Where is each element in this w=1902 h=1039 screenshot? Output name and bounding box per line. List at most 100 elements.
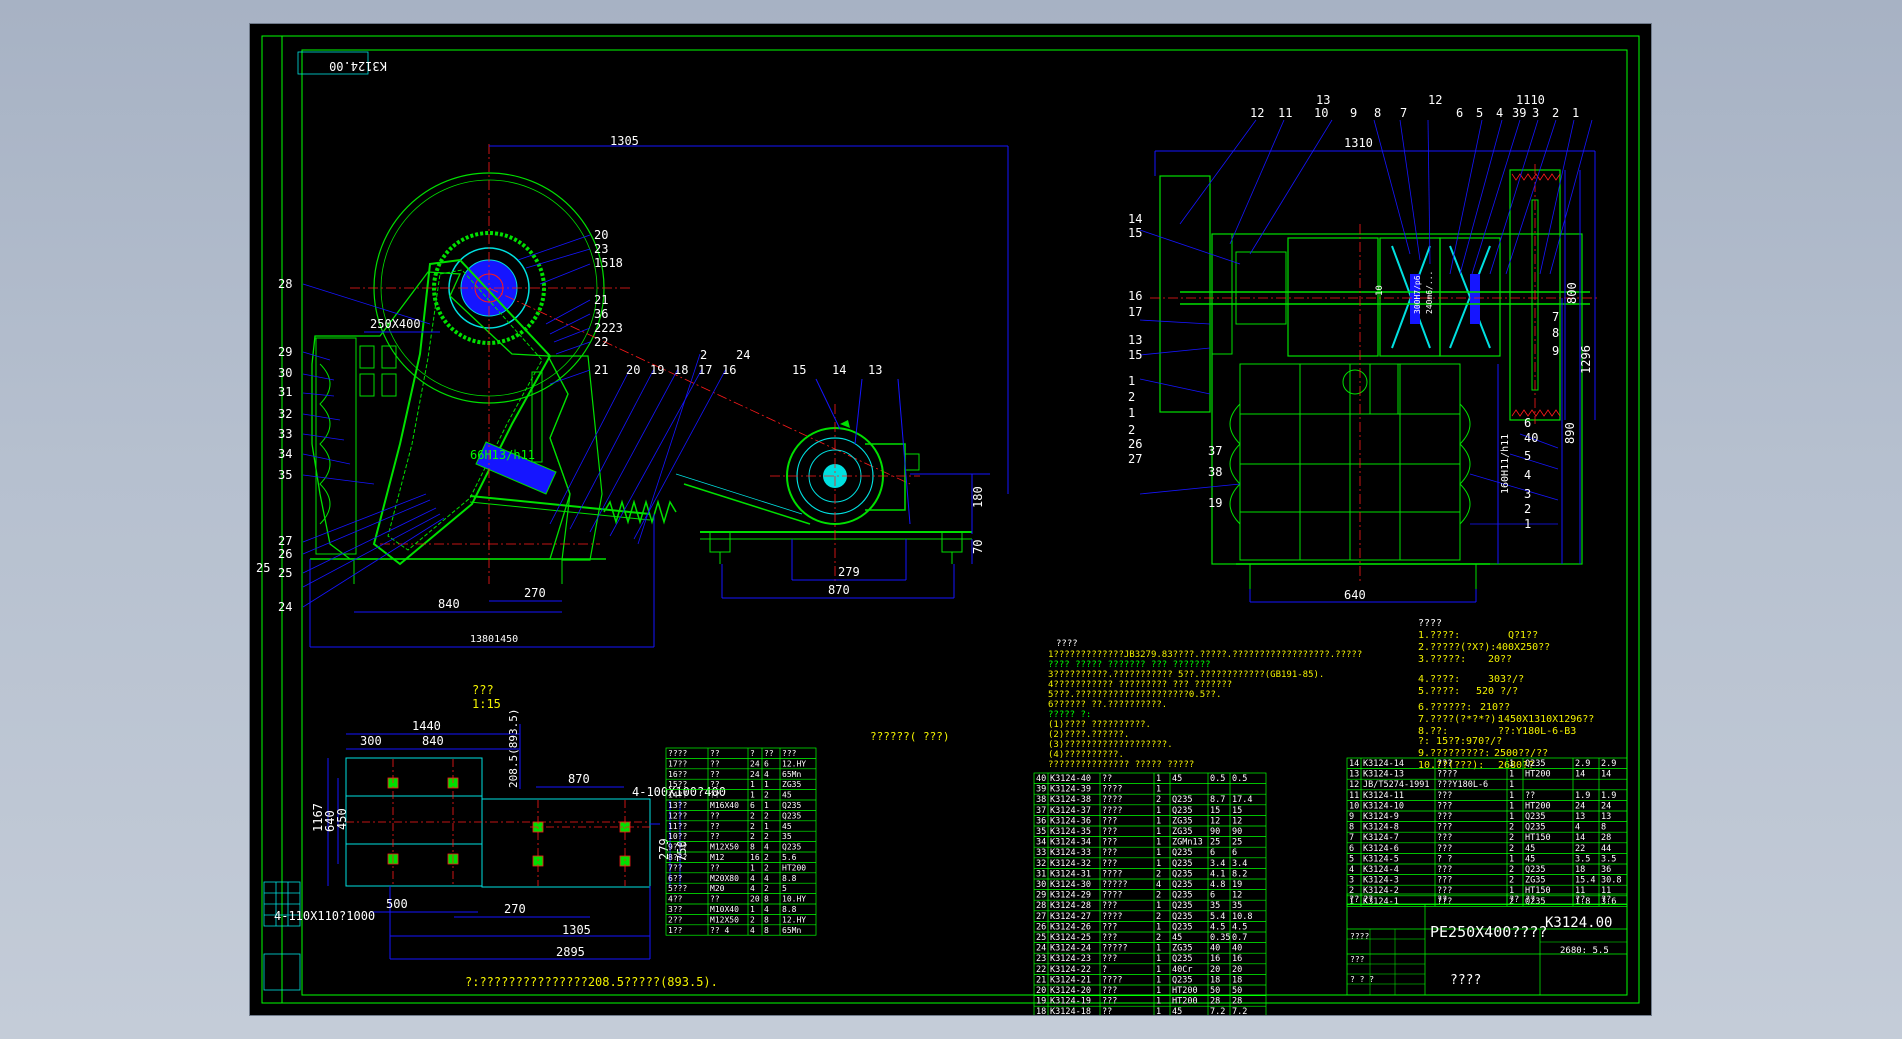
svg-text:1110: 1110 xyxy=(1516,93,1545,107)
assembly-drawing: K3124.00 1305 250X400 840 270 13801450 6… xyxy=(256,35,1640,1015)
spring-table-cell: 5.6 xyxy=(782,853,797,862)
parts-list-cell: Q235 xyxy=(1172,922,1192,932)
parts-list-cell: K3124-24 xyxy=(1050,944,1091,954)
parts-list-cell: 1 xyxy=(1509,791,1514,801)
svg-text:640: 640 xyxy=(1344,588,1366,602)
parts-list-cell: 20 xyxy=(1036,986,1046,996)
svg-text:(3)???????????????????.: (3)???????????????????. xyxy=(1048,740,1173,750)
spring-table-cell: 14?? xyxy=(668,791,687,800)
svg-text:300H7/p6: 300H7/p6 xyxy=(1413,275,1422,314)
parts-list-cell: 3.4 xyxy=(1210,859,1225,869)
spring-table-cell: ?? 4 xyxy=(710,926,729,935)
parts-list-cell: 13 xyxy=(1575,812,1585,822)
dim-feed-opening: 250X400 xyxy=(370,317,421,331)
spring-table-cell: 10?? xyxy=(668,832,687,841)
parts-list-cell: 18 xyxy=(1575,865,1585,875)
spring-table-cell: 24 xyxy=(750,770,760,779)
spring-table-cell: M20X80 xyxy=(710,874,739,883)
parts-list-cell: ?? xyxy=(1437,895,1447,905)
svg-text:21: 21 xyxy=(594,363,608,377)
parts-list-cell: 20 xyxy=(1210,965,1220,975)
parts-list-cell: Q235 xyxy=(1172,954,1192,964)
parts-list-cell: 6 xyxy=(1349,844,1354,854)
parts-list-cell: 35 xyxy=(1232,901,1242,911)
spring-table-cell: 2 xyxy=(764,832,769,841)
parts-list-cell: Q235 xyxy=(1172,806,1192,816)
parts-list-cell: 40 xyxy=(1232,944,1242,954)
parts-list-cell: K3124-14 xyxy=(1363,759,1404,769)
parts-list-cell: ???? xyxy=(1437,770,1457,780)
parts-list-cell: 8.2 xyxy=(1232,869,1247,879)
svg-text:????? ?:: ????? ?: xyxy=(1048,710,1091,720)
spring-table-cell: ?? xyxy=(710,791,720,800)
parts-list-cell: 28 xyxy=(1232,997,1242,1007)
spring-table-cell: 4?? xyxy=(668,895,683,904)
parts-list-cell: 21 xyxy=(1036,975,1046,985)
parts-list-cell: 39 xyxy=(1036,785,1046,795)
parts-list-cell: 12 xyxy=(1349,780,1359,790)
front-view xyxy=(302,144,1009,648)
spring-table-cell: 2 xyxy=(764,884,769,893)
parts-list-cell: 2 xyxy=(1509,876,1514,886)
svg-text:12: 12 xyxy=(1250,106,1264,120)
parts-list-cell: Q235 xyxy=(1172,912,1192,922)
parts-list-cell: 30.8 xyxy=(1601,876,1621,886)
parts-list-cell: K3124-32 xyxy=(1050,859,1091,869)
svg-text:5: 5 xyxy=(1476,106,1483,120)
svg-text:4: 4 xyxy=(1496,106,1503,120)
drawing-name: PE250X400???? xyxy=(1430,923,1547,941)
parts-list-cell: HT200 xyxy=(1172,986,1198,996)
spring-table-cell: 6 xyxy=(750,801,755,810)
svg-text:6.??????:: 6.??????: xyxy=(1418,702,1472,713)
parts-list-cell: 1 xyxy=(1156,816,1161,826)
parts-list-cell: 8.7 xyxy=(1210,795,1225,805)
parts-list-cell: 38 xyxy=(1036,795,1046,805)
parts-list-cell: Q235 xyxy=(1172,869,1192,879)
svg-text:1305: 1305 xyxy=(562,923,591,937)
parts-list-cell: 2 xyxy=(1156,795,1161,805)
parts-list-cell: 2 xyxy=(1156,912,1161,922)
parts-list-cell: ???? xyxy=(1102,806,1122,816)
parts-list-cell: Q235 xyxy=(1172,975,1192,985)
parts-list-cell: 10 xyxy=(1349,801,1359,811)
svg-text:4??????????? ????????? ??? ???: 4??????????? ????????? ??? ??????? xyxy=(1048,680,1232,690)
svg-text:38: 38 xyxy=(1208,465,1222,479)
spring-table-cell: 12.HY xyxy=(782,915,806,924)
svg-text:520 ?/?: 520 ?/? xyxy=(1476,686,1518,697)
parts-list-cell: 12 xyxy=(1210,816,1220,826)
svg-text:27: 27 xyxy=(1128,452,1142,466)
svg-text:13: 13 xyxy=(1316,93,1330,107)
parts-list-cell: 3.4 xyxy=(1232,859,1247,869)
parts-list-cell: 2 xyxy=(1509,823,1514,833)
parts-list-cell: K3124-18 xyxy=(1050,1007,1091,1015)
parts-list-cell: Q235 xyxy=(1525,823,1545,833)
svg-text:(1)???? ??????????.: (1)???? ??????????. xyxy=(1048,720,1151,730)
parts-list-cell: 23 xyxy=(1036,954,1046,964)
parts-list-cell: ??? xyxy=(1102,997,1117,1007)
parts-list-cell: 1 xyxy=(1509,812,1514,822)
spring-table-cell: 1 xyxy=(764,801,769,810)
spring-table-cell: Q235 xyxy=(782,801,801,810)
parts-list-cell: 10.8 xyxy=(1232,912,1252,922)
spring-table-cell: 1 xyxy=(750,780,755,789)
spring-table-cell: 4 xyxy=(750,884,755,893)
parts-list-cell: 1 xyxy=(1156,975,1161,985)
parts-list-cell: Q235 xyxy=(1172,880,1192,890)
svg-text:3.?????:: 3.?????: xyxy=(1418,654,1466,665)
parts-list-cell: ??? xyxy=(1437,823,1452,833)
parts-list-cell: ??? xyxy=(1437,876,1452,886)
parts-list-cell: ??? xyxy=(1437,865,1452,875)
parts-list-cell: ??? xyxy=(1437,844,1452,854)
spring-table-cell: 4 xyxy=(764,770,769,779)
parts-list-cell: ?? xyxy=(1509,895,1519,905)
parts-list-cell: 19 xyxy=(1036,997,1046,1007)
svg-text:(2)????.??????.: (2)????.??????. xyxy=(1048,730,1129,740)
spring-table-cell: 2 xyxy=(750,811,755,820)
spring-table-cell: 65Mn xyxy=(782,926,801,935)
parts-list-cell: 1 xyxy=(1156,1007,1161,1015)
svg-text:4.????:: 4.????: xyxy=(1418,674,1460,685)
svg-text:5: 5 xyxy=(1524,449,1531,463)
svg-text:19: 19 xyxy=(1208,496,1222,510)
parts-list-cell: K3124-19 xyxy=(1050,997,1091,1007)
parts-list-cell: ZG35 xyxy=(1172,944,1192,954)
